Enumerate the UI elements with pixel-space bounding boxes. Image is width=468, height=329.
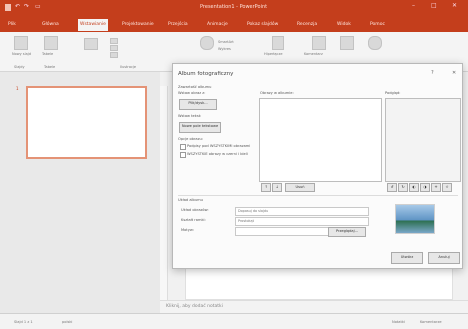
new-textbox-button[interactable]: Nowe pole tekstowe [179,122,221,133]
layout-separator [178,195,458,196]
title-bar: ↶ ↷ ▭ Presentation1 - PowerPoint – □ ✕ [0,0,468,16]
notes-bar[interactable]: Kliknij, aby dodać notatki [160,300,468,313]
slide-count: Slajd 1 z 1 [14,320,33,324]
bw-checkbox[interactable] [180,152,186,158]
bw-label[interactable]: WSZYSTKIE obrazy w czerni i bieli [187,152,248,156]
language-status[interactable]: polski [62,320,72,324]
textbox-icon[interactable] [340,36,354,50]
preview-box [385,98,461,182]
captions-label[interactable]: Podpisy pod WSZYSTKIMI obrazami [187,144,250,148]
move-up-button[interactable]: ↑ [261,183,271,192]
picture-layout-label: Układ obrazów: [181,208,209,212]
tab-animations[interactable]: Animacje [205,19,230,31]
preview-label: Podgląd: [385,91,401,95]
brightness-up-button[interactable]: ☀ [431,183,441,192]
picture-layout-select[interactable]: Dopasuj do slajdu [235,207,369,216]
brightness-down-button[interactable]: ☼ [442,183,452,192]
screenshot-icon[interactable] [110,38,118,44]
tab-design[interactable]: Projektowanie [120,19,156,31]
new-slide-icon[interactable] [14,36,28,50]
shapes-icon[interactable] [110,52,118,58]
tab-file[interactable]: Plik [6,19,18,31]
tab-help[interactable]: Pomoc [368,19,387,31]
maximize-icon[interactable]: □ [431,2,437,9]
vertical-ruler [160,86,168,300]
ribbon-tabs: Plik Główna Wstawianie Projektowanie Prz… [0,16,468,32]
rotate-left-button[interactable]: ↺ [387,183,397,192]
tab-review[interactable]: Recenzja [295,19,319,31]
contrast-up-button[interactable]: ◐ [409,183,419,192]
tab-home[interactable]: Główna [40,19,61,31]
remove-button[interactable]: Usuń [285,183,315,192]
comments-status-button[interactable]: Komentarze [420,320,442,324]
window-title: Presentation1 - PowerPoint [200,4,268,10]
insert-text-label: Wstaw tekst: [178,114,202,118]
dialog-help-icon[interactable]: ? [431,70,434,76]
tab-transitions[interactable]: Przejścia [166,19,190,31]
status-bar: Slajd 1 z 1 polski Notatki Komentarze [0,313,468,329]
table-label[interactable]: Tabele [42,52,53,56]
link-label[interactable]: Hiperłącze [264,52,282,56]
move-down-button[interactable]: ↓ [272,183,282,192]
comment-label[interactable]: Komentarz [304,52,323,56]
captions-checkbox[interactable] [180,144,186,150]
create-button[interactable]: Utwórz [391,252,423,264]
link-icon[interactable] [272,36,284,50]
slide-number: 1 [16,86,19,91]
file-disk-button[interactable]: Plik/dysk... [179,99,217,110]
remove-button-label[interactable]: Usuń [295,185,304,189]
insert-from-label: Wstaw obraz z: [178,91,206,95]
save-icon[interactable] [5,4,11,11]
dialog-title: Album fotograficzny [178,71,234,77]
frame-shape-select[interactable]: Prostokąt [235,217,369,226]
tables-group-label: Tabele [44,65,56,69]
smartart-icon[interactable] [200,36,214,50]
album-icon[interactable] [110,45,118,51]
new-slide-label[interactable]: Nowy slajd [12,52,31,56]
cancel-button[interactable]: Anuluj [428,252,460,264]
notes-status-button[interactable]: Notatki [392,320,405,324]
undo-icon[interactable]: ↶ [15,3,20,10]
contrast-down-button[interactable]: ◑ [420,183,430,192]
close-icon[interactable]: ✕ [452,2,457,9]
symbol-icon[interactable] [368,36,382,50]
picture-options-label: Opcje obrazu: [178,137,203,141]
browse-button[interactable]: Przeglądaj... [328,227,366,237]
slide-thumbnail[interactable] [26,86,147,159]
redo-icon[interactable]: ↷ [24,3,29,10]
layout-preview-image [395,204,435,234]
comment-icon[interactable] [312,36,326,50]
frame-shape-label: Kształt ramki: [181,218,206,222]
minimize-icon[interactable]: – [412,2,415,9]
chart-label[interactable]: Wykres [218,47,231,51]
pictures-in-album-label: Obrazy w albumie: [260,91,294,95]
images-group-label: Ilustracje [120,65,137,69]
tab-slideshow[interactable]: Pokaz slajdów [245,19,280,31]
slides-group-label: Slajdy [14,65,25,69]
rotate-right-button[interactable]: ↻ [398,183,408,192]
images-icon[interactable] [84,38,98,50]
smartart-label[interactable]: SmartArt [218,40,234,44]
theme-label: Motyw: [181,228,194,232]
tab-insert[interactable]: Wstawianie [78,19,108,31]
tab-view[interactable]: Widok [335,19,353,31]
present-icon[interactable]: ▭ [35,3,41,10]
album-content-label: Zawartość albumu [178,85,212,89]
notes-placeholder[interactable]: Kliknij, aby dodać notatki [166,304,223,309]
album-layout-label: Układ albumu [178,198,203,202]
photo-album-dialog: Album fotograficzny ? ✕ Zawartość albumu… [172,63,463,269]
theme-field[interactable] [235,227,329,236]
pictures-listbox[interactable] [259,98,382,182]
dialog-close-icon[interactable]: ✕ [452,70,456,76]
table-icon[interactable] [44,36,58,50]
